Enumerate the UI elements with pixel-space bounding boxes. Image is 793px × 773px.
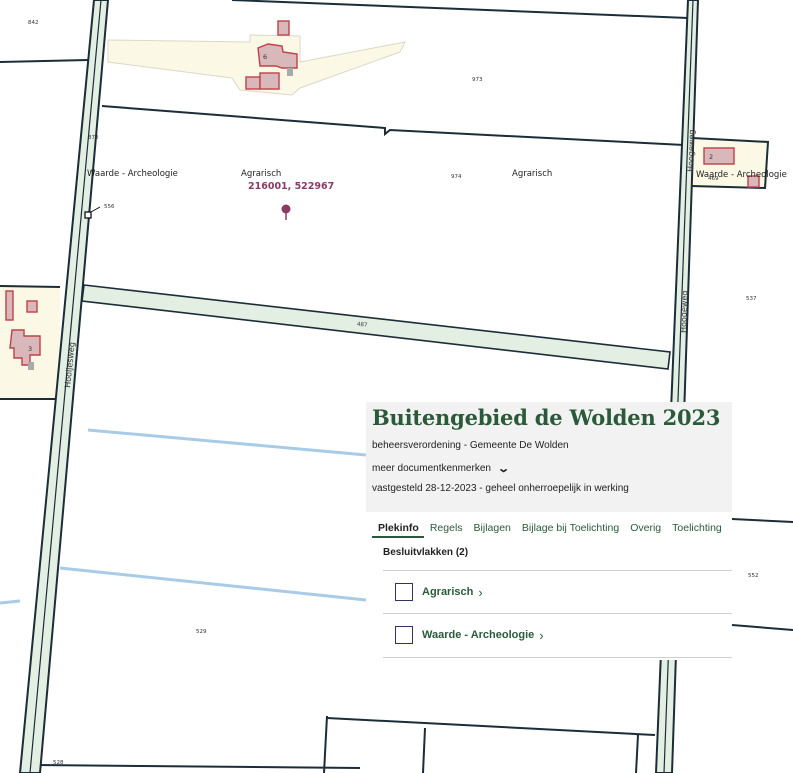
more-document-properties-toggle[interactable]: meer documentkenmerken ⌄: [372, 462, 726, 475]
parcel-number: 552: [748, 573, 759, 579]
tab-regels[interactable]: Regels: [424, 522, 468, 538]
besluitvlak-item-agrarisch[interactable]: Agrarisch ›: [383, 570, 732, 613]
besluitvlakken-heading: Besluitvlakken (2): [383, 547, 469, 558]
parcel-number: 974: [451, 174, 462, 180]
tab-toelichting[interactable]: Toelichting: [666, 522, 727, 538]
tab-bijlage-bij-toelichting[interactable]: Bijlage bij Toelichting: [516, 522, 624, 538]
parcel-number: 973: [472, 77, 483, 83]
checkbox[interactable]: [395, 583, 413, 601]
plan-info-panel: Buitengebied de Wolden 2023 beheersveror…: [366, 402, 732, 660]
tab-bijlagen[interactable]: Bijlagen: [468, 522, 516, 538]
besluitvlak-label[interactable]: Waarde - Archeologie: [422, 629, 534, 641]
besluitvlak-label[interactable]: Agrarisch: [422, 586, 473, 598]
zone-label: Agrarisch: [512, 169, 552, 179]
more-document-properties-label[interactable]: meer documentkenmerken: [372, 463, 491, 474]
parcel-number: 870: [88, 135, 99, 141]
tab-bar: Plekinfo Regels Bijlagen Bijlage bij Toe…: [366, 512, 732, 538]
plan-status: vastgesteld 28-12-2023 - geheel onherroe…: [372, 483, 629, 494]
panel-header: Buitengebied de Wolden 2023 beheersveror…: [366, 402, 732, 512]
chevron-right-icon: ›: [478, 584, 483, 600]
zone-label: Waarde - Archeologie: [87, 169, 178, 179]
plan-subtitle: beheersverordening - Gemeente De Wolden: [372, 440, 569, 451]
point-symbol: [84, 211, 92, 219]
checkbox[interactable]: [395, 626, 413, 644]
house-number: 6: [263, 53, 267, 61]
house-number: 2: [709, 153, 713, 161]
divider: [383, 657, 732, 658]
chevron-down-icon[interactable]: ⌄: [497, 462, 510, 475]
shed: [28, 362, 34, 370]
house-number: 3: [28, 345, 32, 353]
parcel-number: 469: [708, 176, 719, 182]
street-name: Hoogeweg: [679, 290, 689, 333]
tab-overig[interactable]: Overig: [624, 522, 666, 538]
parcel-number: 556: [104, 204, 115, 210]
tab-plekinfo[interactable]: Plekinfo: [372, 522, 424, 538]
parcel-number: 528: [53, 760, 64, 766]
parcel-number: 487: [357, 322, 369, 329]
street-name: Hoogeweg: [686, 129, 696, 172]
plan-title: Buitengebied de Wolden 2023: [372, 405, 721, 430]
parcel-number: 537: [746, 296, 757, 302]
coordinate-readout: 216001, 522967: [248, 181, 334, 192]
chevron-right-icon: ›: [539, 627, 544, 643]
parcel-number: 842: [28, 20, 39, 26]
shed: [287, 68, 293, 76]
parcel-number: 529: [196, 629, 207, 635]
zone-label: Agrarisch: [241, 169, 281, 179]
besluitvlak-item-archeologie[interactable]: Waarde - Archeologie ›: [383, 613, 732, 656]
